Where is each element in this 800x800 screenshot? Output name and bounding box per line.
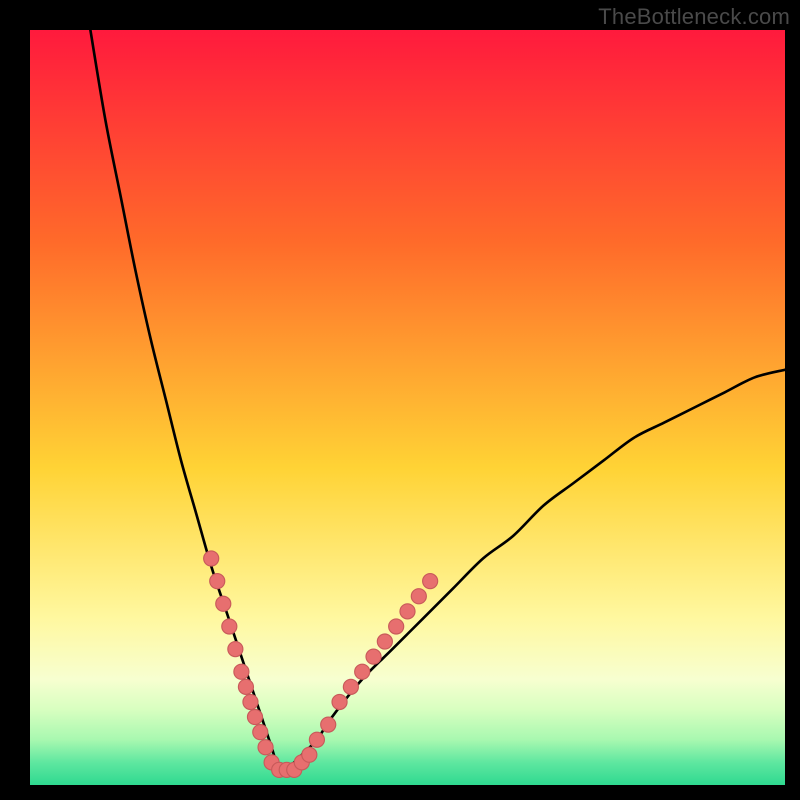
chart-stage: TheBottleneck.com: [0, 0, 800, 800]
cluster-dot: [216, 596, 231, 611]
cluster-dot: [210, 574, 225, 589]
cluster-dot: [411, 589, 426, 604]
cluster-dot: [243, 694, 258, 709]
cluster-dot: [400, 604, 415, 619]
watermark-text: TheBottleneck.com: [598, 4, 790, 30]
cluster-dot: [389, 619, 404, 634]
cluster-dot: [332, 694, 347, 709]
chart-svg: [30, 30, 785, 785]
cluster-dot: [238, 679, 253, 694]
cluster-dot: [253, 725, 268, 740]
cluster-dot: [228, 642, 243, 657]
cluster-dot: [204, 551, 219, 566]
cluster-dot: [321, 717, 336, 732]
cluster-dot: [355, 664, 370, 679]
cluster-dot: [234, 664, 249, 679]
cluster-dot: [302, 747, 317, 762]
bottleneck-curve: [90, 30, 785, 772]
plot-area: [30, 30, 785, 785]
cluster-dot: [343, 679, 358, 694]
cluster-dots-group: [204, 551, 438, 778]
cluster-dot: [258, 740, 273, 755]
cluster-dot: [222, 619, 237, 634]
cluster-dot: [377, 634, 392, 649]
cluster-dot: [423, 574, 438, 589]
cluster-dot: [309, 732, 324, 747]
cluster-dot: [366, 649, 381, 664]
cluster-dot: [247, 710, 262, 725]
